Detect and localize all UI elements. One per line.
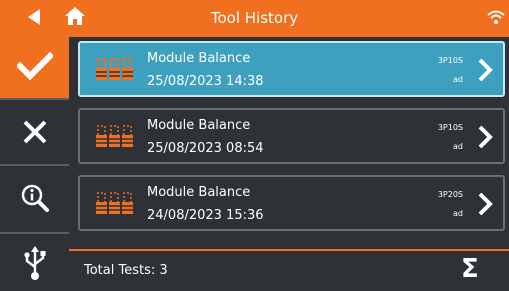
test-date: 25/08/2023 14:38 xyxy=(147,74,264,89)
test-name: Module Balance xyxy=(147,185,251,200)
chevron-right-icon[interactable] xyxy=(477,191,493,217)
list-item-test-2[interactable]: Module Balance 25/08/2023 08:54 3P10S ad xyxy=(78,108,505,164)
details-button[interactable] xyxy=(0,166,69,230)
usb-icon xyxy=(23,245,45,280)
test-name: Module Balance xyxy=(147,51,251,66)
test-unit: ad xyxy=(453,142,463,151)
sidebar-divider xyxy=(0,98,69,100)
cancel-button[interactable] xyxy=(0,102,69,162)
chevron-right-icon[interactable] xyxy=(477,57,493,83)
test-name: Module Balance xyxy=(147,118,251,133)
header-accent-line xyxy=(69,34,509,37)
test-code: 3P10S xyxy=(437,123,463,132)
test-date: 24/08/2023 15:36 xyxy=(147,208,264,223)
header-bar: Tool History xyxy=(0,0,509,34)
test-unit: ad xyxy=(453,209,463,218)
usb-export-button[interactable] xyxy=(0,234,69,291)
wifi-icon xyxy=(487,10,505,24)
chevron-right-icon[interactable] xyxy=(477,124,493,150)
list-item-test-3[interactable]: Module Balance 24/08/2023 15:36 3P20S ad xyxy=(78,175,505,231)
test-date: 25/08/2023 08:54 xyxy=(147,141,264,156)
page-title: Tool History xyxy=(210,9,299,27)
checkmark-icon xyxy=(16,52,53,80)
battery-module-icon xyxy=(96,58,133,80)
list-item-test-1[interactable]: Module Balance 25/08/2023 14:38 3P10S ad xyxy=(78,41,505,97)
test-unit: ad xyxy=(453,75,463,84)
test-code: 3P20S xyxy=(437,190,463,199)
test-code: 3P10S xyxy=(437,56,463,65)
tool-history-screen: Tool History Module Balance 25/08/2023 1… xyxy=(0,0,509,291)
close-icon xyxy=(23,120,46,144)
zoom-info-icon xyxy=(21,184,49,212)
total-tests-label: Total Tests: 3 xyxy=(84,263,168,278)
sigma-summary-button[interactable]: Σ xyxy=(461,254,479,284)
battery-module-icon xyxy=(96,125,133,147)
footer-bar: Total Tests: 3 Σ xyxy=(69,251,509,291)
battery-module-icon xyxy=(96,192,133,214)
sidebar xyxy=(0,34,69,291)
confirm-button[interactable] xyxy=(0,34,69,98)
